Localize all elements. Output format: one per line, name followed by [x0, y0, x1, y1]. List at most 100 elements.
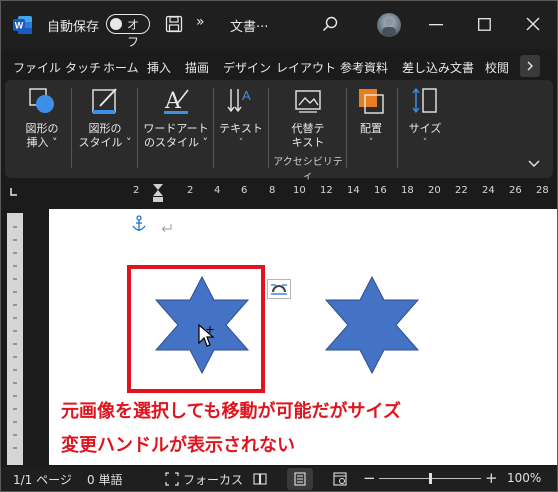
- document-page[interactable]: 元画像を選択しても移動が可能だがサイズ 変更ハンドルが表示されない: [49, 209, 557, 465]
- ruler-number: 12: [320, 185, 333, 196]
- read-mode-icon[interactable]: [253, 472, 267, 486]
- arrange-button[interactable]: 配置 ˅: [351, 86, 391, 150]
- tab-file[interactable]: ファイル: [13, 59, 61, 76]
- autosave-state: オフ: [127, 18, 140, 49]
- alt-text-label-2: キスト: [291, 136, 325, 149]
- ribbon-divider: [268, 88, 269, 168]
- size-button[interactable]: サイズ ˅: [403, 86, 447, 150]
- tab-mailings[interactable]: 差し込み文書: [402, 59, 474, 76]
- svg-text:A: A: [242, 88, 251, 103]
- ribbon-divider: [213, 88, 214, 168]
- status-bar: 1/1 ページ 0 単語 フォーカス − + 100%: [1, 467, 557, 491]
- size-label-2: ˅: [422, 138, 428, 148]
- document-title[interactable]: 文書···: [230, 16, 268, 35]
- focus-button[interactable]: フォーカス: [183, 471, 243, 488]
- page-count[interactable]: 1/1 ページ: [13, 471, 72, 488]
- tab-layout[interactable]: レイアウト: [276, 59, 336, 76]
- word-logo-icon[interactable]: W: [13, 15, 33, 35]
- zoom-in-button[interactable]: +: [485, 469, 498, 487]
- annotation-line-2: 変更ハンドルが表示されない: [61, 435, 295, 456]
- vertical-ruler[interactable]: [7, 213, 23, 465]
- more-commands[interactable]: »: [196, 14, 205, 30]
- horizontal-ruler[interactable]: 2 2 4 6 8 10 12 14 16 18 20 22 24 26 28: [1, 181, 557, 203]
- ruler-number: 4: [214, 185, 221, 196]
- ruler-number: 2: [187, 185, 194, 196]
- autosave-toggle[interactable]: オフ: [106, 14, 150, 49]
- shape-style-button[interactable]: 図形の スタイル ˅: [77, 86, 133, 150]
- arrange-icon: [359, 89, 384, 114]
- wordart-icon: A: [164, 89, 189, 114]
- zoom-level[interactable]: 100%: [507, 471, 541, 485]
- anchor-icon[interactable]: [131, 215, 147, 233]
- title-bar: W 自動保存 オフ » 文書···: [1, 1, 557, 49]
- save-icon[interactable]: [165, 15, 183, 33]
- maximize-icon[interactable]: [478, 18, 491, 31]
- tab-touch[interactable]: タッチ: [65, 59, 101, 76]
- shape-insert-label-2: 挿入 ˅: [26, 136, 58, 149]
- ruler-number: 28: [536, 185, 549, 196]
- accessibility-group-label: アクセシビリティ: [273, 157, 343, 182]
- word-count[interactable]: 0 単語: [87, 471, 122, 488]
- annotation-line-1: 元画像を選択しても移動が可能だがサイズ: [61, 401, 402, 422]
- print-layout-button[interactable]: [287, 468, 313, 490]
- user-avatar[interactable]: [377, 13, 401, 37]
- tab-review[interactable]: 校閲: [485, 59, 509, 76]
- ruler-number: 2: [133, 185, 140, 196]
- wordart-style-button[interactable]: A ワードアート のスタイル ˅: [143, 86, 209, 150]
- size-label-1: サイズ: [408, 122, 442, 135]
- ribbon-divider: [137, 88, 138, 168]
- tab-references[interactable]: 参考資料: [340, 59, 388, 76]
- ribbon-divider: [397, 88, 398, 168]
- alt-text-icon: [295, 90, 321, 113]
- wordart-label-2: のスタイル ˅: [144, 136, 208, 149]
- zoom-slider-thumb[interactable]: [429, 473, 432, 484]
- tab-selector-icon[interactable]: [10, 188, 18, 196]
- alt-text-label-1: 代替テ: [291, 122, 325, 135]
- user-photo-icon: [382, 18, 396, 37]
- tab-insert[interactable]: 挿入: [147, 59, 171, 76]
- text-label-1: テキスト: [219, 122, 263, 135]
- ruler-number: 26: [509, 185, 522, 196]
- shape-insert-button[interactable]: 図形の 挿入 ˅: [19, 86, 65, 150]
- ribbon-tabs: ファイル タッチ ホーム 挿入 描画 デザイン レイアウト 参考資料 差し込み文…: [1, 55, 557, 77]
- ribbon-panel: 図形の 挿入 ˅ 図形の スタイル ˅ A ワードアート のスタイル ˅ A テ…: [5, 80, 553, 182]
- close-icon[interactable]: [526, 17, 540, 31]
- star-shape-copy[interactable]: [323, 275, 421, 375]
- shape-insert-label-1: 図形の: [25, 122, 59, 135]
- toggle-knob: [110, 17, 122, 30]
- ruler-number: 6: [241, 185, 248, 196]
- ribbon-expand-chevron-icon[interactable]: [528, 160, 540, 168]
- ribbon-divider: [346, 88, 347, 168]
- tab-draw[interactable]: 描画: [185, 59, 209, 76]
- ruler-number: 18: [401, 185, 414, 196]
- arrange-label-1: 配置: [360, 122, 382, 135]
- print-layout-icon: [294, 472, 306, 486]
- ruler-number: 14: [347, 185, 360, 196]
- tab-scroll-button[interactable]: [520, 55, 540, 77]
- layout-options-button[interactable]: [267, 279, 291, 299]
- layout-options-icon: [271, 284, 287, 295]
- alt-text-button[interactable]: 代替テ キスト アクセシビリティ: [273, 86, 343, 184]
- move-cursor-icon: [198, 323, 215, 347]
- ruler-number: 24: [482, 185, 495, 196]
- text-button[interactable]: A テキスト ˅: [219, 86, 263, 150]
- zoom-out-button[interactable]: −: [363, 469, 376, 487]
- ruler-number: 8: [269, 185, 276, 196]
- search-icon[interactable]: [322, 16, 338, 32]
- chevron-right-icon: [527, 61, 533, 71]
- svg-text:W: W: [15, 21, 24, 31]
- minimize-icon[interactable]: [429, 24, 443, 26]
- tab-home[interactable]: ホーム: [103, 59, 139, 76]
- ruler-number: 16: [374, 185, 387, 196]
- web-layout-icon[interactable]: [333, 472, 347, 486]
- tab-design[interactable]: デザイン: [223, 59, 271, 76]
- focus-icon[interactable]: [165, 472, 179, 486]
- size-icon: [412, 87, 437, 114]
- vertical-ruler-ticks: [13, 226, 17, 449]
- shape-style-icon: [92, 88, 117, 114]
- wordart-label-1: ワードアート: [143, 122, 209, 135]
- shape-style-label-2: スタイル ˅: [78, 136, 132, 149]
- indent-marker-icon[interactable]: [151, 183, 165, 203]
- word-window: W 自動保存 オフ » 文書··· ファイル タッチ ホーム 挿入 描画 デザイ…: [0, 0, 558, 492]
- ruler-number: 10: [293, 185, 306, 196]
